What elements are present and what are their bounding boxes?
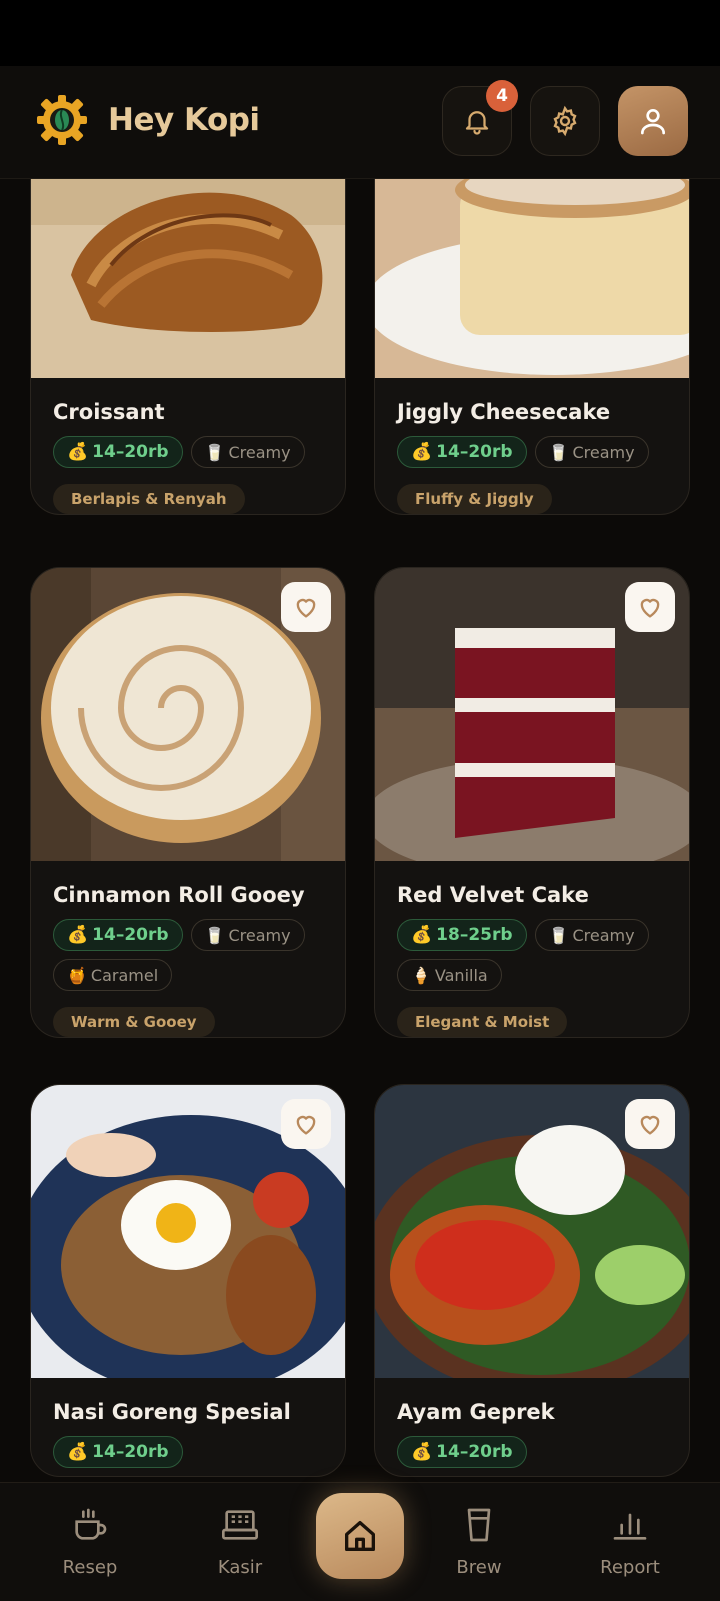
menu-card-ayam-geprek[interactable]: Ayam Geprek 💰 14–20rb bbox=[374, 1084, 690, 1477]
app-title: Hey Kopi bbox=[108, 102, 260, 138]
cheesecake-photo bbox=[375, 178, 689, 378]
heart-outline-icon bbox=[640, 1115, 660, 1135]
flavor-chip: 🍦 Vanilla bbox=[397, 959, 502, 991]
texture-tag: Fluffy & Jiggly bbox=[397, 484, 552, 514]
item-name: Ayam Geprek bbox=[397, 1400, 555, 1424]
nav-kasir[interactable]: Kasir bbox=[180, 1505, 300, 1578]
menu-card-cinnamon-roll[interactable]: Cinnamon Roll Gooey 💰 14–20rb 🥛 Creamy 🍯 Ca… bbox=[30, 567, 346, 1038]
price-chip: 💰 14–20rb bbox=[397, 1436, 527, 1468]
cinnamon-roll-photo bbox=[31, 568, 345, 861]
price-chip: 💰 14–20rb bbox=[53, 1436, 183, 1468]
texture-tag: Berlapis & Renyah bbox=[53, 484, 245, 514]
menu-grid[interactable]: Croissant 💰 14–20rb 🥛 Creamy Berlapis & Re… bbox=[0, 178, 720, 1482]
bar-chart-icon bbox=[613, 1513, 647, 1540]
menu-card-jiggly-cheesecake[interactable]: Jiggly Cheesecake 💰 14–20rb 🥛 Creamy Fluff… bbox=[374, 178, 690, 515]
item-name: Croissant bbox=[53, 400, 165, 424]
money-bag-icon: 💰 bbox=[411, 1442, 433, 1462]
money-bag-icon: 💰 bbox=[67, 1442, 89, 1462]
favorite-button[interactable] bbox=[625, 1099, 675, 1149]
bell-icon bbox=[465, 111, 489, 135]
heart-outline-icon bbox=[640, 598, 660, 618]
nav-label: Resep bbox=[62, 1557, 118, 1578]
menu-card-croissant[interactable]: Croissant 💰 14–20rb 🥛 Creamy Berlapis & Re… bbox=[30, 178, 346, 515]
item-name: Red Velvet Cake bbox=[397, 883, 589, 907]
ayam-geprek-photo bbox=[375, 1085, 689, 1378]
ice-cream-icon: 🍦 bbox=[411, 965, 431, 985]
heart-outline-icon bbox=[296, 598, 316, 618]
menu-card-nasi-goreng[interactable]: Nasi Goreng Spesial 💰 14–20rb bbox=[30, 1084, 346, 1477]
nav-brew[interactable]: Brew bbox=[419, 1505, 539, 1578]
favorite-button[interactable] bbox=[625, 582, 675, 632]
item-name: Nasi Goreng Spesial bbox=[53, 1400, 291, 1424]
nav-label: Report bbox=[600, 1557, 660, 1578]
nasi-goreng-photo bbox=[31, 1085, 345, 1378]
flavor-chip: 🥛 Creamy bbox=[534, 436, 649, 468]
item-name: Cinnamon Roll Gooey bbox=[53, 883, 305, 907]
red-velvet-photo bbox=[375, 568, 689, 861]
honey-pot-icon: 🍯 bbox=[67, 965, 87, 985]
bottom-navigation: Resep Kasir Brew Report bbox=[0, 1482, 720, 1601]
cash-register-icon bbox=[222, 1510, 258, 1540]
menu-card-red-velvet[interactable]: Red Velvet Cake 💰 18–25rb 🥛 Creamy 🍦 Vanill… bbox=[374, 567, 690, 1038]
user-icon bbox=[641, 109, 665, 135]
profile-button[interactable] bbox=[618, 86, 688, 156]
nav-label: Brew bbox=[456, 1557, 502, 1578]
milk-glass-icon: 🥛 bbox=[204, 925, 225, 945]
favorite-button[interactable] bbox=[281, 1099, 331, 1149]
app-logo-icon bbox=[37, 95, 87, 145]
coffee-cup-icon bbox=[75, 1508, 107, 1540]
texture-tag: Elegant & Moist bbox=[397, 1007, 568, 1037]
brew-cup-icon bbox=[467, 1508, 491, 1542]
flavor-chip: 🥛 Creamy bbox=[190, 919, 305, 951]
status-bar bbox=[0, 0, 720, 66]
notification-badge: 4 bbox=[486, 80, 518, 112]
price-chip: 💰 14–20rb bbox=[53, 919, 183, 951]
gear-icon bbox=[553, 105, 577, 137]
nav-report[interactable]: Report bbox=[570, 1505, 690, 1578]
croissant-photo bbox=[31, 178, 345, 378]
flavor-chip: 🥛 Creamy bbox=[190, 436, 305, 468]
texture-tag: Warm & Gooey bbox=[53, 1007, 215, 1037]
milk-glass-icon: 🥛 bbox=[548, 442, 569, 462]
milk-glass-icon: 🥛 bbox=[548, 925, 569, 945]
price-chip: 💰 14–20rb bbox=[53, 436, 183, 468]
milk-glass-icon: 🥛 bbox=[204, 442, 225, 462]
nav-resep[interactable]: Resep bbox=[30, 1505, 150, 1578]
price-chip: 💰 18–25rb bbox=[397, 919, 527, 951]
nav-label: Kasir bbox=[217, 1557, 263, 1578]
heart-outline-icon bbox=[296, 1115, 316, 1135]
home-icon bbox=[345, 1521, 375, 1551]
app-header: Hey Kopi bbox=[0, 66, 720, 179]
flavor-chip: 🥛 Creamy bbox=[534, 919, 649, 951]
money-bag-icon: 💰 bbox=[67, 442, 89, 462]
favorite-button[interactable] bbox=[281, 582, 331, 632]
item-name: Jiggly Cheesecake bbox=[397, 400, 611, 424]
money-bag-icon: 💰 bbox=[411, 925, 433, 945]
money-bag-icon: 💰 bbox=[67, 925, 89, 945]
price-chip: 💰 14–20rb bbox=[397, 436, 527, 468]
settings-button[interactable] bbox=[530, 86, 600, 156]
money-bag-icon: 💰 bbox=[411, 442, 433, 462]
flavor-chip: 🍯 Caramel bbox=[53, 959, 173, 991]
nav-home-button[interactable] bbox=[316, 1493, 404, 1579]
